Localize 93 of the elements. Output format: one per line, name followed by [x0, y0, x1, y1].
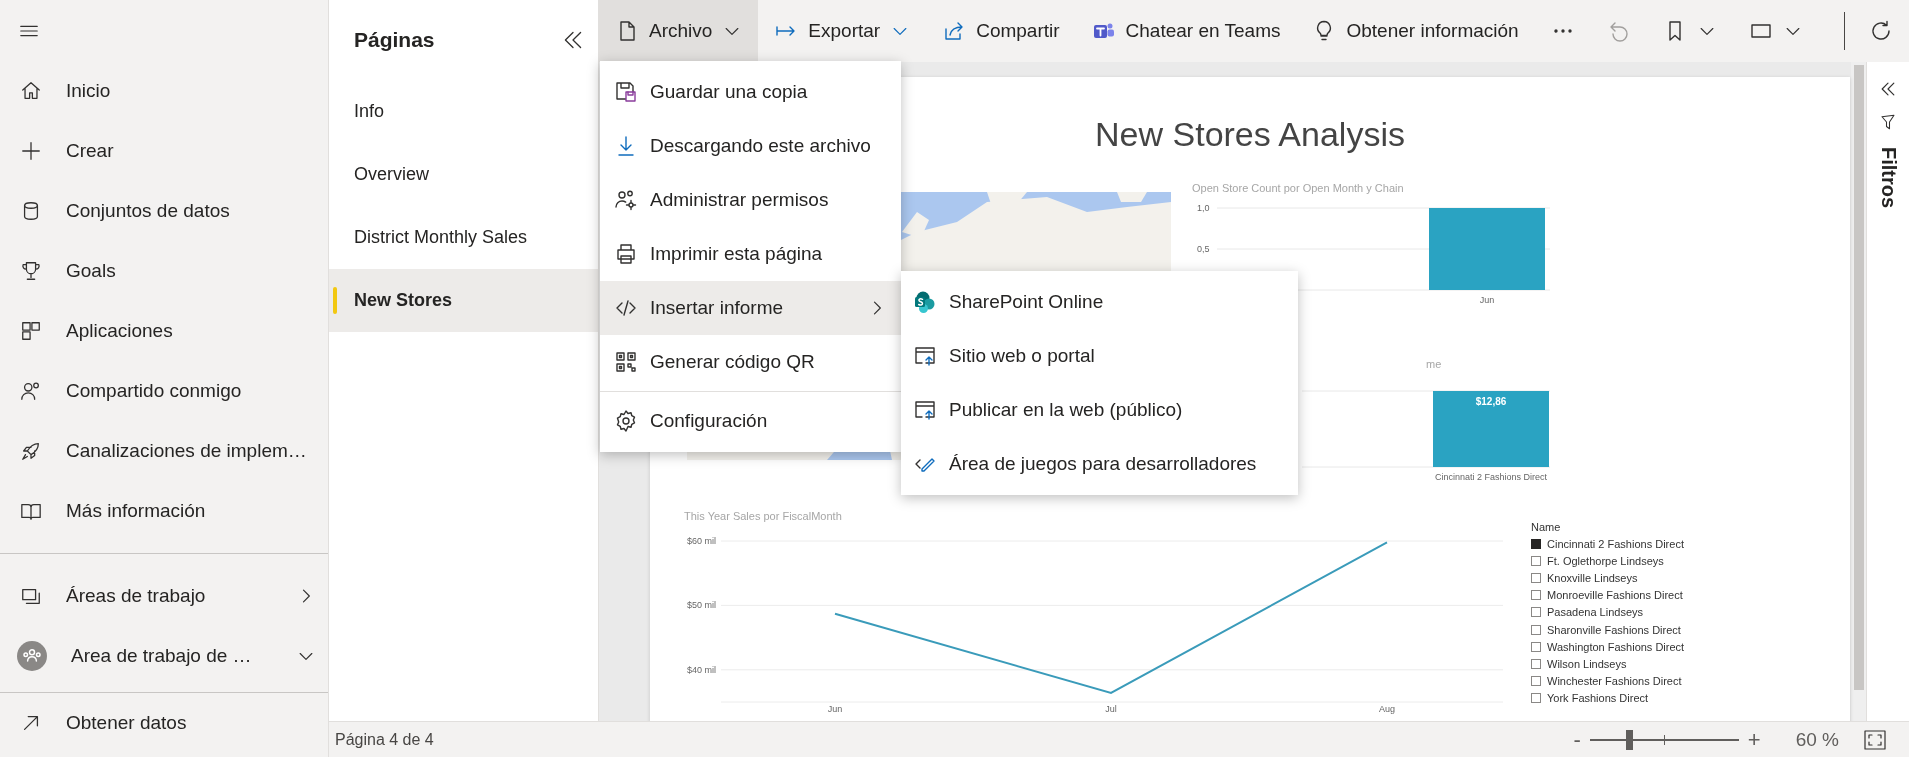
menu-item[interactable]: SharePoint Online: [901, 275, 1298, 329]
axis-label: $60 mil: [687, 536, 716, 546]
checkbox-label: Washington Fashions Direct: [1547, 640, 1685, 653]
nav-item[interactable]: Obtener datos: [0, 693, 328, 753]
checkbox[interactable]: [1531, 590, 1541, 601]
nav-item[interactable]: Compartido conmigo: [0, 361, 328, 421]
settings-icon: [614, 409, 638, 433]
scrollbar[interactable]: [1851, 62, 1866, 721]
page-tab[interactable]: New Stores: [329, 269, 598, 332]
refresh-icon[interactable]: [1869, 19, 1893, 43]
page-tab[interactable]: District Monthly Sales: [329, 206, 598, 269]
zoom-level: 60 %: [1795, 728, 1839, 751]
nav-item[interactable]: Crear: [0, 121, 328, 181]
axis-label: Jun: [827, 704, 843, 714]
checkbox[interactable]: [1531, 693, 1541, 704]
browser-upload-icon: [913, 398, 937, 422]
nav-item[interactable]: Conjuntos de datos: [0, 181, 328, 241]
printer-icon: [614, 242, 638, 266]
page-indicator: Página 4 de 4: [335, 730, 435, 749]
browser-upload-icon: [913, 344, 937, 368]
page-tab[interactable]: Overview: [329, 143, 598, 206]
filters-label[interactable]: Filtros: [1876, 147, 1900, 209]
checkbox-label: Pasadena Lindseys: [1547, 606, 1643, 619]
export-menu-button[interactable]: Exportar: [758, 0, 927, 62]
nav-item[interactable]: Goals: [0, 241, 328, 301]
menu-item[interactable]: Descargando este archivo: [600, 119, 901, 173]
nav-item[interactable]: Áreas de trabajo: [0, 566, 328, 626]
menu-item[interactable]: Insertar informe: [600, 281, 901, 335]
menu-item[interactable]: Generar código QR: [600, 335, 901, 389]
share-button[interactable]: Compartir: [926, 0, 1076, 62]
plus-icon: [20, 140, 42, 162]
rocket-icon: [20, 440, 42, 462]
qr-code-icon: [614, 350, 638, 374]
checkbox-label: Wilson Lindseys: [1547, 657, 1627, 670]
axis-label: 0,5: [1197, 244, 1210, 254]
checkbox[interactable]: [1531, 624, 1541, 635]
nav-item[interactable]: Inicio: [0, 61, 328, 121]
report-title: New Stores Analysis: [1095, 115, 1405, 154]
panel-title: Páginas: [354, 28, 435, 52]
axis-label: Aug: [1379, 704, 1395, 714]
axis-label: $40 mil: [687, 664, 716, 675]
zoom-out-button[interactable]: -: [1568, 726, 1586, 753]
sharepoint-icon: [913, 290, 937, 314]
axis-label: Jul: [1105, 704, 1117, 714]
axis-label: Cincinnati 2 Fashions Direct: [1434, 472, 1548, 482]
menu-item[interactable]: Guardar una copia: [600, 65, 901, 119]
checkbox-label: Cincinnati 2 Fashions Direct: [1547, 537, 1684, 550]
axis-label: $50 mil: [687, 600, 716, 611]
floppy-disk-icon: [614, 80, 638, 104]
menu-item[interactable]: Sitio web o portal: [901, 329, 1298, 383]
nav-item[interactable]: Más información: [0, 481, 328, 541]
fit-to-page-icon[interactable]: [1863, 727, 1887, 752]
filter-icon: [1879, 113, 1897, 131]
checkbox-label: Knoxville Lindseys: [1547, 571, 1638, 584]
insights-button[interactable]: Obtener información: [1296, 0, 1535, 62]
trophy-icon: [20, 260, 42, 282]
checkbox-label: Monroeville Fashions Direct: [1547, 589, 1683, 602]
chart-title: Open Store Count por Open Month y Chain: [1192, 182, 1404, 194]
apps-icon: [20, 320, 42, 342]
checkbox[interactable]: [1531, 607, 1541, 618]
zoom-in-button[interactable]: +: [1742, 726, 1766, 753]
checkbox[interactable]: [1531, 555, 1541, 566]
axis-label: Jun: [1479, 295, 1495, 305]
chart-title: me: [1426, 358, 1442, 370]
nav-item[interactable]: Canalizaciones de implem…: [0, 421, 328, 481]
people-gear-icon: [614, 188, 638, 212]
menu-item[interactable]: Área de juegos para desarrolladores: [901, 437, 1298, 491]
slicer-title: Name: [1531, 519, 1562, 535]
people-icon: [20, 380, 42, 402]
checkbox-label: York Fashions Direct: [1547, 692, 1649, 705]
menu-item[interactable]: Administrar permisos: [600, 173, 901, 227]
data-label: $12,86: [1475, 396, 1507, 407]
menu-item[interactable]: Imprimir esta página: [600, 227, 901, 281]
checkbox[interactable]: [1531, 641, 1541, 652]
avatar-icon: [17, 641, 47, 671]
teams-chat-button[interactable]: Chatear en Teams: [1075, 0, 1297, 62]
checkbox[interactable]: [1531, 572, 1541, 583]
checkbox-label: Ft. Oglethorpe Lindseys: [1547, 554, 1664, 567]
nav-item[interactable]: Aplicaciones: [0, 301, 328, 361]
menu-item[interactable]: Configuración: [600, 394, 901, 448]
home-icon: [20, 80, 42, 102]
checkbox[interactable]: [1531, 538, 1541, 549]
file-menu-button[interactable]: Archivo: [599, 0, 759, 62]
chart-title: This Year Sales por FiscalMonth: [684, 510, 842, 522]
page-tab[interactable]: Info: [329, 80, 598, 143]
checkbox[interactable]: [1531, 658, 1541, 669]
checkbox-label: Winchester Fashions Direct: [1547, 675, 1682, 688]
menu-item[interactable]: Publicar en la web (público): [901, 383, 1298, 437]
checkbox-label: Sharonville Fashions Direct: [1547, 623, 1681, 636]
nav-item[interactable]: Area de trabajo de …: [0, 626, 328, 686]
checkbox[interactable]: [1531, 676, 1541, 687]
slider-thumb[interactable]: [1625, 729, 1633, 750]
axis-label: 1,0: [1197, 203, 1210, 213]
